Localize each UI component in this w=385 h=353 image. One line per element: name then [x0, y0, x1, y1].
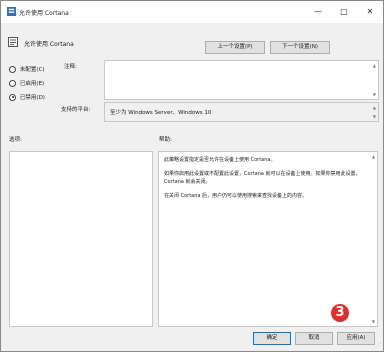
radio-enabled[interactable]: 已启用(E)	[9, 79, 44, 89]
help-paragraph: 如果你启用此设置或不配置此设置，Cortana 就可以在设备上使用。如果你禁用此…	[164, 171, 361, 185]
policy-name: 允许使用 Cortana	[24, 41, 74, 48]
radio-disabled-label: 已禁用(D)	[19, 95, 45, 101]
comment-label: 注释:	[64, 64, 77, 70]
options-pane	[9, 151, 153, 327]
close-button[interactable]: ✕	[357, 1, 383, 23]
help-text: 此策略设置指定是否允许在设备上使用 Cortana。 如果你启用此设置或不配置此…	[164, 156, 369, 206]
maximize-button[interactable]: □	[331, 1, 357, 23]
ok-button[interactable]: 确定	[253, 332, 291, 345]
radio-enabled-circle[interactable]	[9, 79, 16, 87]
resize-grip-icon[interactable]: ⋰	[375, 342, 381, 349]
radio-not-configured-circle[interactable]	[9, 65, 16, 73]
help-paragraph: 此策略设置指定是否允许在设备上使用 Cortana。	[164, 157, 276, 163]
supported-platforms-label: 支持的平台:	[61, 107, 91, 113]
cancel-button[interactable]: 取消	[295, 332, 333, 345]
scroll-down-icon[interactable]: ▼	[372, 319, 375, 324]
radio-disabled[interactable]: 已禁用(D)	[9, 93, 45, 103]
help-label: 帮助:	[159, 137, 172, 143]
previous-setting-button[interactable]: 上一个设置(P)	[205, 41, 265, 54]
apply-button[interactable]: 应用(A)	[337, 332, 375, 345]
help-paragraph: 在关闭 Cortana 后，用户仍可以使用搜索来查找设备上的内容。	[164, 193, 308, 199]
scroll-up-icon[interactable]: ▲	[372, 154, 375, 159]
comment-textarea[interactable]: ▲ ▼	[104, 60, 379, 100]
policy-app-icon	[7, 7, 16, 16]
scroll-down-icon[interactable]: ▼	[373, 114, 376, 119]
radio-not-configured-label: 未配置(C)	[19, 67, 45, 73]
policy-setting-icon	[8, 37, 18, 47]
scroll-up-icon[interactable]: ▲	[373, 105, 376, 110]
scroll-down-icon[interactable]: ▼	[373, 92, 376, 97]
title-bar: 允许使用 Cortana — □ ✕	[1, 1, 383, 23]
step-number-badge: 3	[331, 304, 349, 322]
radio-enabled-label: 已启用(E)	[19, 81, 45, 87]
radio-not-configured[interactable]: 未配置(C)	[9, 65, 45, 75]
options-label: 选项:	[9, 137, 22, 143]
supported-platforms-field: 至少为 Windows Server、Windows 10 ▲ ▼	[104, 102, 379, 122]
window-title: 允许使用 Cortana	[19, 10, 69, 17]
scroll-up-icon[interactable]: ▲	[373, 63, 376, 68]
policy-dialog: 允许使用 Cortana — □ ✕ 允许使用 Cortana 上一个设置(P)…	[0, 0, 384, 352]
minimize-button[interactable]: —	[305, 1, 331, 23]
radio-disabled-circle[interactable]	[9, 93, 16, 101]
help-pane: 此策略设置指定是否允许在设备上使用 Cortana。 如果你启用此设置或不配置此…	[158, 151, 378, 327]
supported-platforms-value: 至少为 Windows Server、Windows 10	[110, 110, 212, 116]
next-setting-button[interactable]: 下一个设置(N)	[270, 41, 330, 54]
